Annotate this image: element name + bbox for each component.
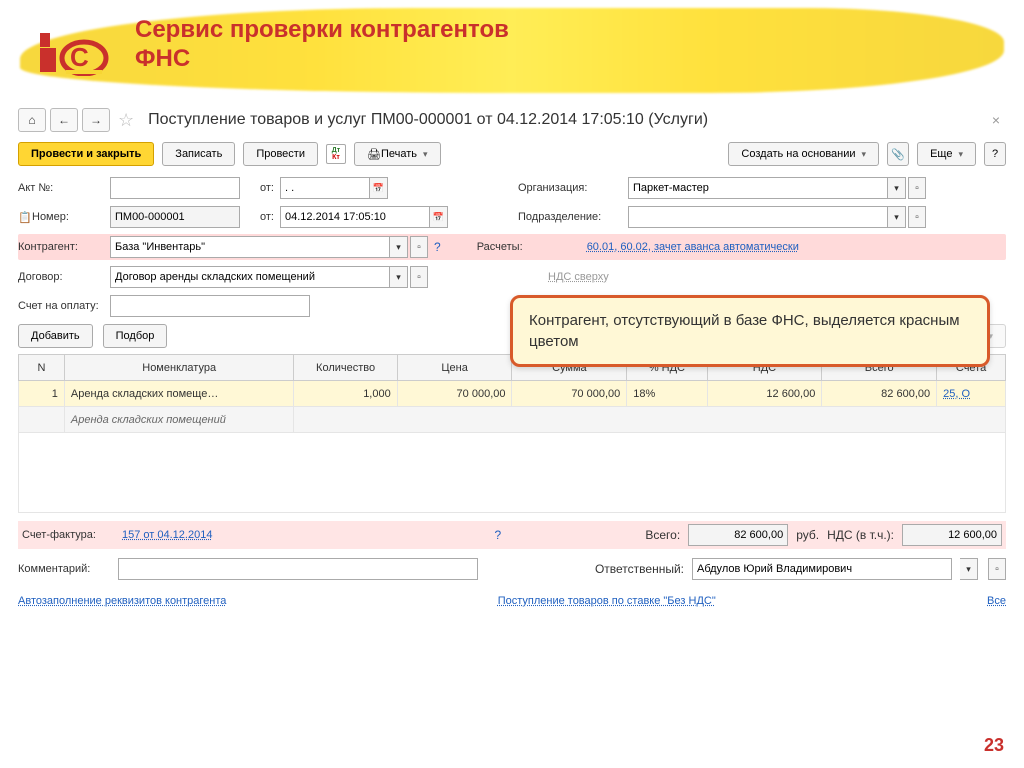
total-value [688,524,788,546]
counterparty-open[interactable]: ▫ [410,236,428,258]
logo-1c: С [40,28,112,79]
table-subrow: Аренда складских помещений [19,407,1006,433]
invoice-pay-label: Счет на оплату: [18,300,110,312]
org-input[interactable] [628,177,888,199]
act-input[interactable] [110,177,240,199]
org-label: Организация: [518,182,628,194]
counterparty-dropdown[interactable]: ▾ [390,236,408,258]
currency-label: руб. [796,528,819,542]
attach-button[interactable]: 📎 [887,142,909,166]
table-row[interactable]: 1 Аренда складских помеще… 1,000 70 000,… [19,381,1006,407]
create-based-button[interactable]: Создать на основании [728,142,879,166]
calendar-icon: 📋 [18,211,32,224]
calc-label: Расчеты: [477,241,587,253]
accounts-link[interactable]: 25, О [943,388,970,400]
comment-label: Комментарий: [18,563,110,575]
responsible-dropdown[interactable]: ▾ [960,558,978,580]
total-label: Всего: [645,528,680,542]
all-link[interactable]: Все [987,595,1006,607]
act-label: Акт №: [18,182,110,194]
dtk-icon[interactable]: ДтКт [326,144,346,164]
invoice-label: Счет-фактура: [22,529,114,541]
counterparty-label: Контрагент: [18,241,110,253]
contract-open[interactable]: ▫ [410,266,428,288]
act-date-picker[interactable]: 📅 [370,177,388,199]
date-input[interactable] [280,206,430,228]
date-label: от: [240,211,280,223]
home-button[interactable]: ⌂ [18,108,46,132]
save-button[interactable]: Записать [162,142,235,166]
number-input[interactable] [110,206,240,228]
annotation-callout: Контрагент, отсутствующий в базе ФНС, вы… [510,295,990,367]
calc-link[interactable]: 60.01, 60.02, зачет аванса автоматически [587,241,799,253]
contract-label: Договор: [18,271,110,283]
org-dropdown[interactable]: ▾ [888,177,906,199]
th-n[interactable]: N [19,355,65,381]
page-number: 23 [984,735,1004,756]
invoice-pay-input[interactable] [110,295,310,317]
division-input[interactable] [628,206,888,228]
items-table: N Номенклатура Количество Цена Сумма % Н… [18,354,1006,513]
th-price[interactable]: Цена [397,355,512,381]
invoice-link[interactable]: 157 от 04.12.2014 [122,529,212,541]
vat-footer-label: НДС (в т.ч.): [827,528,894,542]
date-picker[interactable]: 📅 [430,206,448,228]
division-open[interactable]: ▫ [908,206,926,228]
division-label: Подразделение: [518,211,628,223]
counterparty-help[interactable]: ? [434,240,441,254]
contract-dropdown[interactable]: ▾ [390,266,408,288]
act-from-label: от: [240,182,280,194]
number-label: Номер: [32,211,110,223]
division-dropdown[interactable]: ▾ [888,206,906,228]
post-and-close-button[interactable]: Провести и закрыть [18,142,154,166]
print-button[interactable]: 🖨 Печать [354,142,441,166]
add-row-button[interactable]: Добавить [18,324,93,348]
responsible-input[interactable] [692,558,952,580]
post-button[interactable]: Провести [243,142,318,166]
invoice-help[interactable]: ? [494,528,501,542]
contract-input[interactable] [110,266,390,288]
vat-footer-value [902,524,1002,546]
act-date-input[interactable] [280,177,370,199]
slide-title: Сервис проверки контрагентов ФНС [135,16,509,74]
responsible-label: Ответственный: [595,562,684,576]
close-button[interactable]: × [986,112,1006,128]
novattax-link[interactable]: Поступление товаров по ставке "Без НДС" [498,595,716,607]
window-title: Поступление товаров и услуг ПМ00-000001 … [148,111,708,129]
pick-button[interactable]: Подбор [103,324,168,348]
org-open[interactable]: ▫ [908,177,926,199]
help-button[interactable]: ? [984,142,1006,166]
responsible-open[interactable]: ▫ [988,558,1006,580]
vat-mode-link[interactable]: НДС сверху [548,271,609,283]
favorite-icon[interactable]: ☆ [118,110,134,131]
back-button[interactable]: ← [50,108,78,132]
counterparty-input[interactable] [110,236,390,258]
comment-input[interactable] [118,558,478,580]
autofill-link[interactable]: Автозаполнение реквизитов контрагента [18,595,226,607]
th-item[interactable]: Номенклатура [64,355,294,381]
svg-text:С: С [70,42,89,72]
forward-button[interactable]: → [82,108,110,132]
th-qty[interactable]: Количество [294,355,397,381]
more-button[interactable]: Еще [917,142,976,166]
